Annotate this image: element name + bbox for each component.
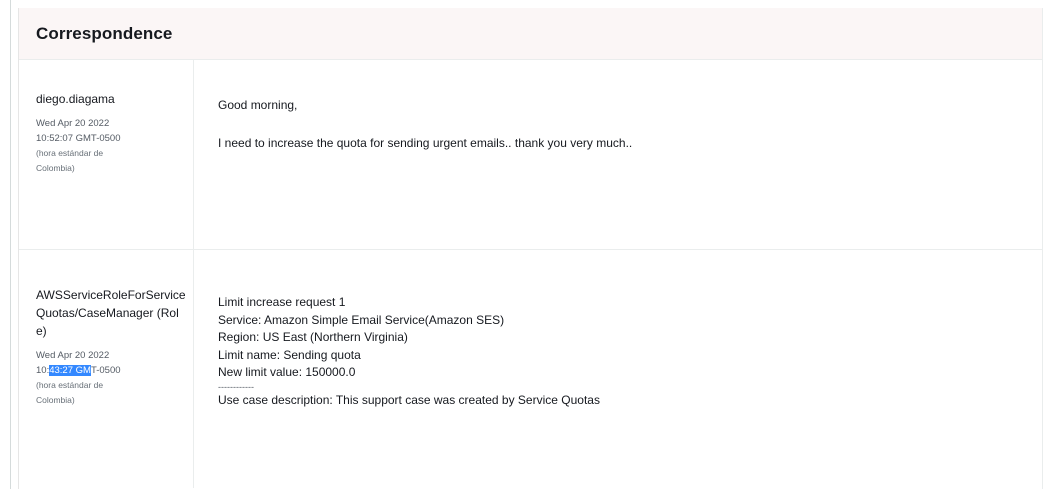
entry-timezone-line1: (hora estándar de bbox=[36, 380, 104, 390]
entry-author[interactable]: diego.diagama bbox=[36, 90, 187, 108]
message-line: New limit value: 150000.0 bbox=[218, 365, 356, 379]
message-line: Good morning, bbox=[218, 98, 298, 112]
message-line: Limit increase request 1 bbox=[218, 295, 346, 309]
message-line: I need to increase the quota for sending… bbox=[218, 135, 633, 150]
entry-date-time: 10:52:07 GMT-0500 bbox=[36, 133, 121, 144]
entry-date-time: 10:43:27 GMT-0500 bbox=[36, 363, 187, 378]
message-line: Region: US East (Northern Virginia) bbox=[218, 330, 408, 344]
support-case-page: Correspondence diego.diagama Wed Apr 20 … bbox=[0, 0, 1045, 489]
entry-message[interactable]: Limit increase request 1 Service: Amazon… bbox=[194, 250, 1042, 488]
correspondence-title: Correspondence bbox=[36, 23, 173, 43]
correspondence-entry: diego.diagama Wed Apr 20 2022 10:52:07 G… bbox=[19, 60, 1042, 250]
entry-timezone-line2: Colombia) bbox=[36, 163, 75, 173]
time-suffix: T-0500 bbox=[90, 365, 121, 376]
entry-date-day: Wed Apr 20 2022 bbox=[36, 350, 110, 361]
entry-date[interactable]: Wed Apr 20 2022 10:52:07 GMT-0500 (hora … bbox=[36, 116, 187, 176]
text-selection-highlight[interactable]: 43:27 GM bbox=[49, 365, 91, 376]
entry-meta: diego.diagama Wed Apr 20 2022 10:52:07 G… bbox=[19, 60, 194, 249]
message-line: Use case description: This support case … bbox=[218, 392, 600, 407]
entry-date-day: Wed Apr 20 2022 bbox=[36, 118, 110, 129]
entry-message[interactable]: Good morning, I need to increase the quo… bbox=[194, 60, 1042, 249]
message-line: Limit name: Sending quota bbox=[218, 347, 361, 362]
entry-author[interactable]: AWSServiceRoleForServiceQuotas/CaseManag… bbox=[36, 286, 187, 340]
left-border bbox=[10, 0, 11, 489]
time-prefix: 10: bbox=[36, 365, 50, 376]
entry-timezone-line1: (hora estándar de bbox=[36, 148, 104, 158]
correspondence-entry: AWSServiceRoleForServiceQuotas/CaseManag… bbox=[19, 250, 1042, 488]
message-divider: ------------ bbox=[218, 381, 254, 392]
message-line: Service: Amazon Simple Email Service(Ama… bbox=[218, 312, 505, 327]
entry-meta: AWSServiceRoleForServiceQuotas/CaseManag… bbox=[19, 250, 194, 488]
entry-date[interactable]: Wed Apr 20 2022 10:43:27 GMT-0500 (hora … bbox=[36, 348, 187, 408]
correspondence-panel: Correspondence diego.diagama Wed Apr 20 … bbox=[18, 8, 1043, 489]
entry-timezone-line2: Colombia) bbox=[36, 395, 75, 405]
correspondence-header: Correspondence bbox=[19, 8, 1042, 60]
